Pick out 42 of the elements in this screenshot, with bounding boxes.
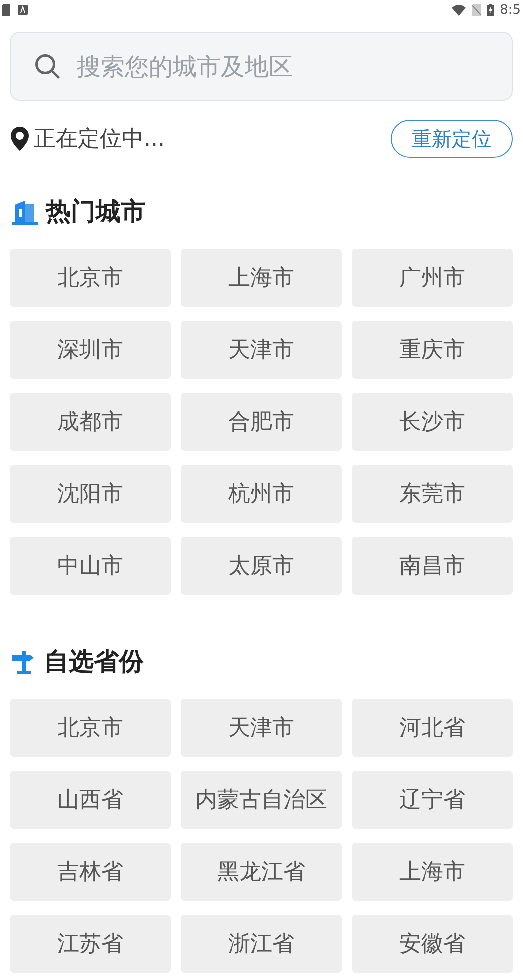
city-button[interactable]: 天津市 [181, 321, 342, 379]
location-pin-icon [10, 127, 30, 151]
province-button[interactable]: 浙江省 [181, 915, 342, 973]
battery-icon [487, 4, 494, 16]
section-title: 热门城市 [46, 196, 146, 228]
city-button[interactable]: 成都市 [10, 393, 171, 451]
province-button[interactable]: 黑龙江省 [181, 843, 342, 901]
province-button[interactable]: 北京市 [10, 699, 171, 757]
city-button[interactable]: 东莞市 [352, 465, 513, 523]
province-button[interactable]: 辽宁省 [352, 771, 513, 829]
section-title: 自选省份 [44, 646, 144, 678]
province-button[interactable]: 安徽省 [352, 915, 513, 973]
city-button[interactable]: 合肥市 [181, 393, 342, 451]
city-button[interactable]: 中山市 [10, 537, 171, 595]
city-button[interactable]: 杭州市 [181, 465, 342, 523]
province-button[interactable]: 天津市 [181, 699, 342, 757]
notification-icon [18, 5, 28, 15]
search-field[interactable]: 搜索您的城市及地区 [10, 32, 513, 101]
province-button[interactable]: 河北省 [352, 699, 513, 757]
search-field[interactable]: 搜索您的城市及地区 [77, 48, 490, 84]
city-button[interactable]: 沈阳市 [10, 465, 171, 523]
city-button[interactable]: 太原市 [181, 537, 342, 595]
relocate-button[interactable]: 重新定位 [391, 120, 513, 158]
city-button[interactable]: 深圳市 [10, 321, 171, 379]
sd-card-icon [2, 4, 10, 16]
province-button[interactable]: 江苏省 [10, 915, 171, 973]
city-button[interactable]: 北京市 [10, 249, 171, 307]
city-button[interactable]: 上海市 [181, 249, 342, 307]
city-button[interactable]: 重庆市 [352, 321, 513, 379]
city-button[interactable]: 长沙市 [352, 393, 513, 451]
status-time: 8:5 [500, 4, 521, 16]
search-icon [33, 52, 63, 82]
location-status: 正在定位中... [34, 126, 165, 154]
no-sim-icon [472, 4, 482, 16]
building-icon [10, 199, 40, 225]
wifi-icon [452, 4, 466, 16]
city-button[interactable]: 广州市 [352, 249, 513, 307]
province-button[interactable]: 内蒙古自治区 [181, 771, 342, 829]
city-button[interactable]: 南昌市 [352, 537, 513, 595]
province-button[interactable]: 山西省 [10, 771, 171, 829]
province-button[interactable]: 吉林省 [10, 843, 171, 901]
province-button[interactable]: 上海市 [352, 843, 513, 901]
